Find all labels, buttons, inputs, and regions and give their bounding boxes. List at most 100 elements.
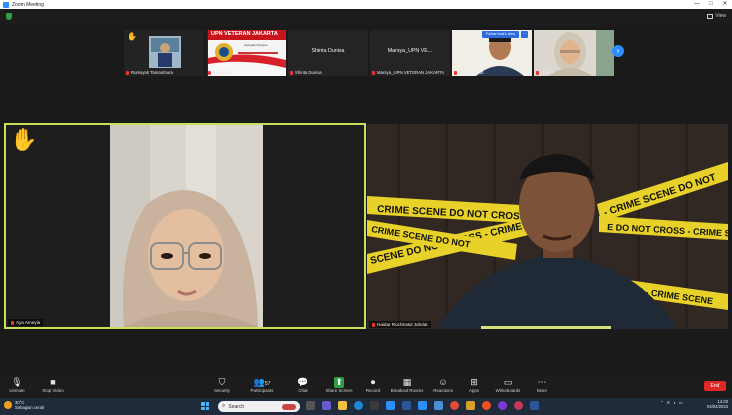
mic-muted-icon: 🎙 xyxy=(11,377,23,387)
breakout-rooms-icon: ▦ xyxy=(402,377,412,387)
word-doc-icon[interactable] xyxy=(530,401,539,410)
battery-icon[interactable]: ▭ xyxy=(679,400,683,405)
volume-icon[interactable]: ◖ xyxy=(673,400,676,405)
security-button[interactable]: ⛉ Security xyxy=(205,377,239,393)
participant-thumbnail[interactable]: Ai Rini xyxy=(534,30,614,76)
raised-hand-icon: ✋ xyxy=(10,127,38,152)
store-icon[interactable] xyxy=(370,401,379,410)
next-page-arrow-icon[interactable]: › xyxy=(612,45,624,57)
stop-video-button[interactable]: ■ Stop Video xyxy=(36,377,70,393)
participant-name: Aya Ameyla xyxy=(8,319,44,326)
minimize-button[interactable]: — xyxy=(690,0,704,9)
participant-name: Shinta Dunisa xyxy=(290,70,322,75)
record-icon: ⏺ xyxy=(370,377,376,387)
end-meeting-button[interactable]: End xyxy=(704,381,726,391)
tray-expand-icon[interactable]: ⌃ xyxy=(660,400,664,405)
teams-chat-icon[interactable] xyxy=(322,401,331,410)
participants-icon: 👥57 xyxy=(253,377,271,387)
share-screen-icon: ⬆ xyxy=(334,377,344,388)
windows-taskbar: 30°C Sebagian cerah xyxy=(0,398,732,415)
window-title: Zoom Meeting xyxy=(12,1,44,8)
whiteboard-icon: ▭ xyxy=(503,377,513,387)
zoom-taskbar-icon[interactable] xyxy=(386,401,395,410)
record-button[interactable]: ⏺ Record xyxy=(356,377,390,393)
chat-button[interactable]: 💬 Chat xyxy=(286,377,320,393)
mail-icon[interactable] xyxy=(434,401,443,410)
participant-name: Ai Rini xyxy=(536,70,553,75)
zoom-meeting-window: Zoom Meeting — □ ✕ View ✋ Rumsyah Tamamb… xyxy=(0,0,732,415)
title-bar: Zoom Meeting — □ ✕ xyxy=(0,0,732,9)
follow-host-view-button[interactable]: Follow host's view xyxy=(482,31,519,38)
participant-video-crime-scene-background: CRIME SCENE DO NOT CROSS - CRIME SCENE D… xyxy=(367,124,728,329)
system-tray[interactable]: ⌃ ≋ ◖ ▭ xyxy=(660,400,683,405)
breakout-rooms-button[interactable]: ▦ Breakout Rooms xyxy=(390,377,424,393)
shield-icon: ⛉ xyxy=(218,377,226,387)
participant-name: Rumsyah Tamambura xyxy=(126,70,173,75)
video-camera-icon: ■ xyxy=(50,377,56,387)
meeting-toolbar: 🎙 Unmute ■ Stop Video ⛉ Security 👥57 Par… xyxy=(0,374,732,398)
participant-name: Marsya_UPN VETERAN JAKARTA xyxy=(372,70,444,75)
app-icon[interactable] xyxy=(514,401,523,410)
weather-sun-icon xyxy=(4,401,12,409)
participant-thumbnail[interactable]: ✋ Rumsyah Tamambura xyxy=(124,30,204,76)
banner-subtitle: Komplek Kampus xyxy=(244,43,268,47)
participant-count: 57 xyxy=(264,381,271,387)
video-tile-left[interactable]: ✋ Aya Ameyla xyxy=(4,123,366,329)
reactions-icon: ☺ xyxy=(438,377,448,387)
window-controls: — □ ✕ xyxy=(690,0,732,9)
more-button[interactable]: ⋯ More xyxy=(525,377,559,393)
edge-browser-icon[interactable] xyxy=(354,401,363,410)
search-placeholder: Search xyxy=(228,403,245,410)
apps-button[interactable]: ⊞ Apps xyxy=(457,377,491,393)
whiteboards-button[interactable]: ▭ Whiteboards xyxy=(491,377,525,393)
weather-widget[interactable]: 30°C Sebagian cerah xyxy=(4,400,44,410)
video-tile-right[interactable]: CRIME SCENE DO NOT CROSS - CRIME SCENE D… xyxy=(367,124,728,329)
maximize-button[interactable]: □ xyxy=(704,0,718,9)
wifi-icon[interactable]: ≋ xyxy=(667,400,671,405)
chat-icon: 💬 xyxy=(297,377,309,387)
windows-start-icon[interactable] xyxy=(201,402,209,410)
task-view-icon[interactable] xyxy=(306,401,315,410)
search-highlight-icon xyxy=(282,403,296,410)
mic-muted-icon xyxy=(536,70,539,75)
participants-button[interactable]: 👥57 Participants xyxy=(245,377,279,393)
more-icon: ⋯ xyxy=(537,377,547,387)
participant-display-name: Marsya_UPN VE... xyxy=(387,48,433,54)
clock-date: 04/04/2023 xyxy=(707,404,728,409)
photos-icon[interactable] xyxy=(466,401,475,410)
banner-title: UPN VETERAN JAKARTA xyxy=(211,31,278,37)
taskbar-search-box[interactable]: ⌕ Search xyxy=(218,401,300,412)
search-icon: ⌕ xyxy=(222,403,226,409)
weather-desc: Sebagian cerah xyxy=(15,405,45,410)
participant-display-name: Shinta Dunisa xyxy=(311,48,345,54)
reactions-button[interactable]: ☺ Reactions xyxy=(426,377,460,393)
taskbar-clock[interactable]: 14.03 04/04/2023 xyxy=(700,399,728,409)
zoom-app-icon xyxy=(3,1,9,8)
chrome-icon[interactable] xyxy=(450,401,459,410)
meeting-info-bar: View xyxy=(0,9,732,26)
participant-video xyxy=(6,125,364,327)
file-explorer-icon[interactable] xyxy=(338,401,347,410)
zoom-app-icon[interactable] xyxy=(418,401,427,410)
grid-view-icon xyxy=(707,13,714,19)
mic-muted-icon xyxy=(126,70,129,75)
participant-name: Haidar Ruchiratul Jahdat xyxy=(369,321,431,328)
view-button[interactable]: View xyxy=(707,13,726,19)
participant-thumbnail[interactable]: Shinta Dunisa Shinta Dunisa xyxy=(288,30,368,76)
share-screen-button[interactable]: ⬆ Share Screen xyxy=(322,377,356,393)
unmute-button[interactable]: 🎙 Unmute xyxy=(0,377,34,393)
close-button[interactable]: ✕ xyxy=(718,0,732,9)
word-icon[interactable] xyxy=(402,401,411,410)
encryption-shield-icon[interactable] xyxy=(6,13,12,20)
media-player-icon[interactable] xyxy=(498,401,507,410)
follow-more-options-button[interactable]: ⋯ xyxy=(521,31,528,38)
participant-name: Iqbal M R xyxy=(208,70,231,75)
view-button-label: View xyxy=(715,13,726,19)
participant-thumbnail[interactable]: UPN VETERAN JAKARTA Komplek Kampus Iqbal… xyxy=(206,30,286,76)
participant-thumbnail[interactable]: Marsya_UPN VE... Marsya_UPN VETERAN JAKA… xyxy=(370,30,450,76)
mic-muted-icon xyxy=(11,320,14,325)
firefox-icon[interactable] xyxy=(482,401,491,410)
apps-icon: ⊞ xyxy=(470,377,478,387)
mic-muted-icon xyxy=(208,70,211,75)
mic-muted-icon xyxy=(454,70,457,75)
